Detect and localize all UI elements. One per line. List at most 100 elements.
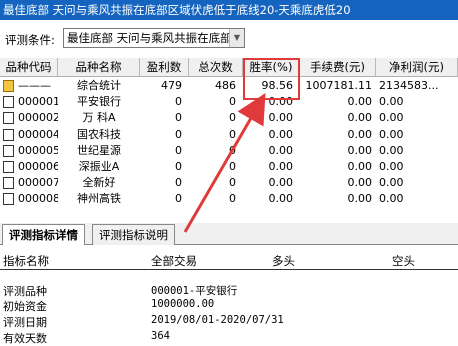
cell-fee: 0.00 <box>347 143 373 157</box>
folder-icon <box>3 96 14 109</box>
cell-net: 2134583... <box>379 79 439 92</box>
cell-fee: 0.00 <box>347 95 373 109</box>
folder-icon <box>3 128 14 141</box>
detail-key: 有效天数 <box>3 332 47 345</box>
table-row[interactable]: 000006 深振业A 0 0 0.00 0.00 0.00 <box>0 159 458 175</box>
table-row[interactable]: 000008 神州高铁 0 0 0.00 0.00 0.00 <box>0 191 458 207</box>
cell-net: 0.00 <box>379 111 404 125</box>
detail-value: 364 <box>151 330 170 342</box>
detail-key: 评测日期 <box>3 316 47 329</box>
detail-header: 指标名称 全部交易 多头 空头 <box>0 250 458 270</box>
cell-total: 0 <box>229 176 236 190</box>
cell-total: 0 <box>229 111 236 125</box>
cell-total: 486 <box>215 79 236 92</box>
table-row[interactable]: ——— 综合统计 479 486 98.56 1007181.11 213458… <box>0 78 458 94</box>
cell-code: ——— <box>18 79 51 92</box>
cell-net: 0.00 <box>379 176 404 190</box>
cell-code: 000004 <box>18 127 58 141</box>
table-row[interactable]: 000001 平安银行 0 0 0.00 0.00 0.00 <box>0 94 458 110</box>
table-header: 品种代码 品种名称 盈利数 总次数 胜率(%) 手续费(元) 净利润(元) <box>0 58 458 77</box>
cell-total: 0 <box>229 127 236 141</box>
detail-col-metric: 指标名称 <box>3 254 49 268</box>
cell-name: 综合统计 <box>77 79 121 92</box>
detail-col-all: 全部交易 <box>151 254 197 268</box>
cell-profit: 0 <box>175 143 182 157</box>
chevron-down-icon[interactable]: ▼ <box>229 29 244 47</box>
cell-net: 0.00 <box>379 160 404 173</box>
cell-name: 神州高铁 <box>77 192 121 206</box>
table-row[interactable]: 000007 全新好 0 0 0.00 0.00 0.00 <box>0 175 458 191</box>
detail-value: 1000000.00 <box>151 298 215 310</box>
detail-row: 评测品种 000001-平安银行 <box>0 283 458 298</box>
table-row[interactable]: 000002 万 科A 0 0 0.00 0.00 0.00 <box>0 110 458 126</box>
cell-code: 000002 <box>18 111 58 125</box>
detail-key: 评测品种 <box>3 285 47 298</box>
cell-name: 深振业A <box>78 160 120 173</box>
cell-winrate: 0.00 <box>268 143 294 157</box>
detail-row: 评测日期 2019/08/01-2020/07/31 <box>0 314 458 329</box>
folder-icon <box>3 112 14 125</box>
cell-profit: 479 <box>161 79 182 92</box>
tab-metrics-detail[interactable]: 评测指标详情 <box>2 224 85 246</box>
cell-fee: 0.00 <box>347 127 373 141</box>
detail-row: 有效天数 364 <box>0 330 458 345</box>
cell-fee: 0.00 <box>347 192 373 206</box>
folder-icon <box>3 177 14 190</box>
col-header-code[interactable]: 品种代码 <box>0 58 58 77</box>
cell-name: 万 科A <box>82 111 116 125</box>
cell-fee: 1007181.11 <box>305 79 372 92</box>
cell-winrate: 0.00 <box>268 160 294 173</box>
condition-select[interactable]: 最佳底部 天问与乘风共振在底部区域伏虎低于底线20-天乘底虎低20 <box>63 28 245 48</box>
cell-code: 000007 <box>18 176 58 190</box>
cell-profit: 0 <box>175 176 182 190</box>
folder-icon <box>3 161 14 173</box>
cell-winrate: 0.00 <box>268 127 294 141</box>
cell-name: 国农科技 <box>77 127 121 141</box>
cell-profit: 0 <box>175 95 182 109</box>
cell-total: 0 <box>229 95 236 109</box>
table-row[interactable]: 000004 国农科技 0 0 0.00 0.00 0.00 <box>0 127 458 143</box>
cell-name: 全新好 <box>82 176 116 190</box>
col-header-name[interactable]: 品种名称 <box>58 58 140 77</box>
cell-total: 0 <box>229 160 236 173</box>
cell-profit: 0 <box>175 192 182 206</box>
cell-fee: 0.00 <box>347 176 373 190</box>
detail-value: 000001-平安银行 <box>151 285 238 297</box>
cell-fee: 0.00 <box>347 111 373 125</box>
cell-net: 0.00 <box>379 192 404 206</box>
tab-bar: 评测指标详情 评测指标说明 <box>0 223 458 246</box>
cell-net: 0.00 <box>379 127 404 141</box>
col-header-profit[interactable]: 盈利数 <box>140 58 189 77</box>
cell-profit: 0 <box>175 111 182 125</box>
cell-code: 000008 <box>18 192 58 206</box>
cell-profit: 0 <box>175 127 182 141</box>
cell-total: 0 <box>229 143 236 157</box>
condition-select-value: 最佳底部 天问与乘风共振在底部区域伏虎低于底线20-天乘底虎低20 <box>67 31 244 45</box>
cell-code: 000005 <box>18 143 58 157</box>
cell-profit: 0 <box>175 160 182 173</box>
table-row[interactable]: 000005 世纪星源 0 0 0.00 0.00 0.00 <box>0 143 458 159</box>
folder-icon <box>3 144 14 157</box>
cell-total: 0 <box>229 192 236 206</box>
cell-net: 0.00 <box>379 143 404 157</box>
folder-icon <box>3 193 14 206</box>
col-header-net[interactable]: 净利润(元) <box>376 58 458 77</box>
detail-col-short: 空头 <box>392 254 415 268</box>
condition-label: 评测条件: <box>5 33 55 47</box>
cell-name: 平安银行 <box>77 95 121 109</box>
results-table: 品种代码 品种名称 盈利数 总次数 胜率(%) 手续费(元) 净利润(元) ——… <box>0 58 458 223</box>
window-title: 最佳底部 天问与乘风共振在底部区域伏虎低于底线20-天乘底虎低20 <box>0 0 458 20</box>
col-header-total[interactable]: 总次数 <box>189 58 243 77</box>
detail-value: 2019/08/01-2020/07/31 <box>151 314 284 326</box>
detail-row: 初始资金 1000000.00 <box>0 298 458 313</box>
cell-name: 世纪星源 <box>77 143 121 157</box>
cell-winrate: 0.00 <box>268 192 294 206</box>
winrate-highlight-box <box>243 58 300 100</box>
tab-metrics-description[interactable]: 评测指标说明 <box>92 224 175 245</box>
cell-code: 000001 <box>18 95 58 109</box>
cell-winrate: 0.00 <box>268 176 294 190</box>
cell-net: 0.00 <box>379 95 404 109</box>
cell-fee: 0.00 <box>347 160 373 173</box>
detail-panel: 指标名称 全部交易 多头 空头 评测品种 000001-平安银行 初始资金 10… <box>0 245 458 346</box>
col-header-fee[interactable]: 手续费(元) <box>300 58 376 77</box>
